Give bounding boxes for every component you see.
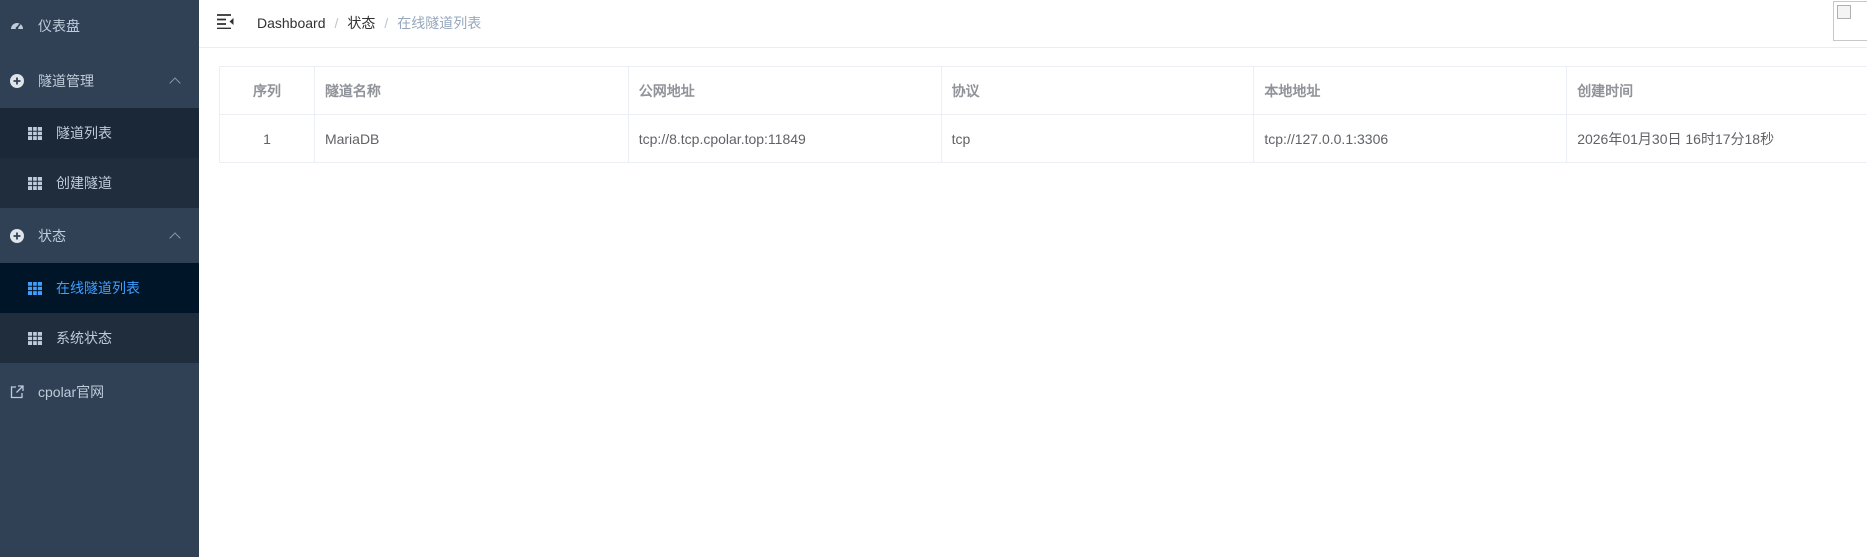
chevron-up-icon	[169, 232, 181, 244]
external-link-icon	[10, 385, 24, 399]
table-cell-index: 1	[220, 115, 315, 162]
column-header: 序列	[220, 67, 315, 114]
menu-dashboard[interactable]: 仪表盘	[0, 0, 199, 52]
menu-status[interactable]: 状态	[0, 212, 199, 260]
sidebar-item-label: 系统状态	[56, 330, 112, 346]
table-cell-name: MariaDB	[315, 115, 629, 162]
sidebar-item-create-tunnel[interactable]: 创建隧道	[0, 158, 199, 208]
breadcrumb: Dashboard / 状态 / 在线隧道列表	[257, 13, 481, 33]
menu-status-label: 状态	[38, 228, 66, 244]
menu-cpolar-website[interactable]: cpolar官网	[0, 368, 199, 416]
table-grid-icon	[28, 176, 42, 190]
menu-tunnel-management-label: 隧道管理	[38, 73, 94, 89]
table-grid-icon	[28, 331, 42, 345]
sidebar-item-label: 创建隧道	[56, 175, 112, 191]
column-header: 公网地址	[629, 67, 942, 114]
plus-circle-icon	[10, 229, 24, 243]
column-header: 创建时间	[1577, 82, 1634, 99]
sidebar-item-label: 隧道列表	[56, 125, 112, 141]
breadcrumb-dashboard[interactable]: Dashboard	[257, 15, 326, 31]
hamburger-icon[interactable]	[216, 13, 236, 30]
sidebar: 仪表盘 隧道管理 隧道列表 创建隧道 状态 在线隧道列表 系统状态 cpolar…	[0, 0, 199, 557]
sidebar-item-online-tunnels[interactable]: 在线隧道列表	[0, 263, 199, 313]
table-grid-icon	[28, 281, 42, 295]
menu-tunnel-management[interactable]: 隧道管理	[0, 57, 199, 105]
column-header: 隧道名称	[315, 67, 629, 114]
menu-dashboard-label: 仪表盘	[38, 18, 80, 34]
table-cell-created-time: 2026年01月30日 16时17分18秒	[1577, 130, 1775, 147]
breadcrumb-status[interactable]: 状态	[347, 13, 375, 33]
broken-image-icon	[1837, 5, 1851, 19]
avatar[interactable]	[1833, 1, 1867, 41]
table-header-row: 序列 隧道名称 公网地址 协议 本地地址 创建时间	[220, 67, 1867, 115]
table-grid-icon	[28, 126, 42, 140]
breadcrumb-current: 在线隧道列表	[397, 15, 482, 31]
sidebar-item-tunnel-list[interactable]: 隧道列表	[0, 108, 199, 158]
dashboard-icon	[10, 19, 24, 33]
breadcrumb-separator: /	[384, 15, 389, 31]
table-cell-protocol: tcp	[942, 115, 1255, 162]
plus-circle-icon	[10, 74, 24, 88]
table-cell-local-address: tcp://127.0.0.1:3306	[1254, 115, 1568, 162]
column-header: 协议	[942, 67, 1255, 114]
tunnel-table: 序列 隧道名称 公网地址 协议 本地地址 创建时间 1 MariaDB tcp:…	[219, 66, 1867, 163]
table-row[interactable]: 1 MariaDB tcp://8.tcp.cpolar.top:11849 t…	[220, 115, 1867, 163]
menu-cpolar-website-label: cpolar官网	[38, 384, 105, 400]
sidebar-item-label: 在线隧道列表	[56, 280, 140, 296]
breadcrumb-separator: /	[334, 15, 339, 31]
navbar: Dashboard / 状态 / 在线隧道列表	[199, 0, 1867, 48]
column-header: 本地地址	[1254, 67, 1568, 114]
sidebar-item-system-status[interactable]: 系统状态	[0, 313, 199, 363]
table-cell-public-url: tcp://8.tcp.cpolar.top:11849	[629, 115, 942, 162]
chevron-up-icon	[169, 77, 181, 89]
